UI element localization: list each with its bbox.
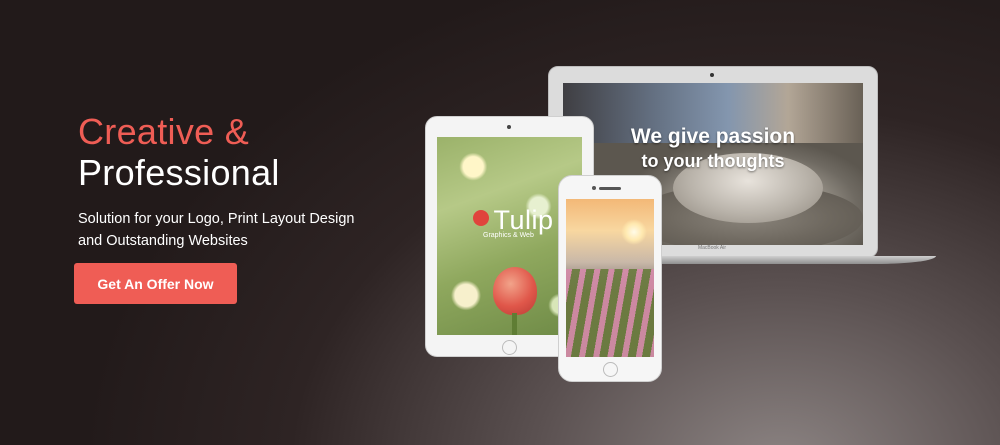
laptop-camera <box>710 73 714 77</box>
laptop-tagline-line1: We give passion <box>630 125 796 148</box>
tulip-stem-image <box>512 313 517 335</box>
tulip-logo-icon <box>473 210 489 226</box>
tulip-logo: Tulip Graphics & Web <box>473 205 553 239</box>
laptop-tagline-line2: to your thoughts <box>641 151 785 171</box>
hero-section: Creative & Professional Solution for you… <box>0 0 1000 445</box>
tablet-camera <box>507 125 511 129</box>
sunset-image <box>621 219 647 245</box>
tulip-field-image <box>566 269 654 357</box>
tablet-home-button <box>502 340 517 355</box>
phone-home-button <box>603 362 618 377</box>
headline-main: Professional <box>78 152 280 193</box>
get-offer-button[interactable]: Get An Offer Now <box>74 263 237 304</box>
phone-screen <box>566 199 654 357</box>
headline-accent: Creative & <box>78 111 250 152</box>
tulip-flower-image <box>493 267 537 315</box>
phone-camera <box>592 186 596 190</box>
hero-subtitle: Solution for your Logo, Print Layout Des… <box>78 211 355 249</box>
tulip-logo-name: Tulip <box>493 205 554 235</box>
laptop-tagline: We give passion to your thoughts <box>549 125 877 173</box>
phone-speaker <box>599 187 621 190</box>
hero-text: Creative & Professional Solution for you… <box>78 112 398 252</box>
phone-mockup <box>558 175 662 382</box>
